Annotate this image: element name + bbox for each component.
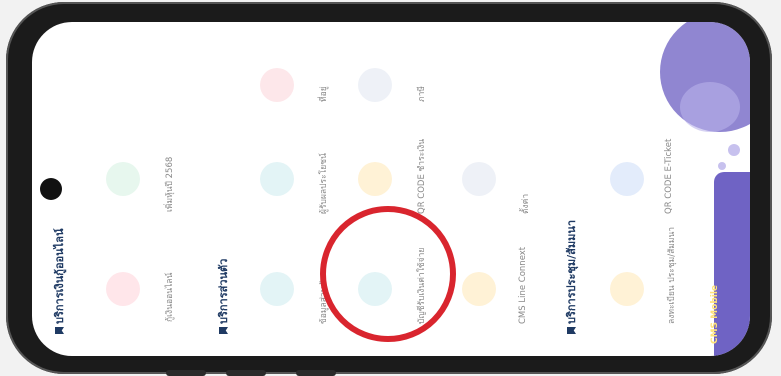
decor-dot [728,144,740,156]
bookmark-icon [219,327,228,334]
person-icon[interactable] [260,272,294,306]
front-camera [40,178,62,200]
footer-label: CMS Mobile [710,284,720,344]
document-icon[interactable] [260,162,294,196]
section-title-meeting: บริการประชุม/สัมมนา [562,220,580,334]
footer-panel: CMS Mobile [710,172,750,356]
menu-item-online-loan[interactable]: กู้เงินออนไลน์ [162,273,176,322]
location-pin-icon[interactable] [260,68,294,102]
settings-icon[interactable] [462,162,496,196]
menu-item-tax[interactable]: ภาษี [414,86,428,102]
menu-item-add-shares[interactable]: เพิ่มหุ้นปี 2568 [162,157,176,212]
menu-item-eticket[interactable]: QR CODE E-Ticket [664,139,674,214]
menu-item-address[interactable]: ที่อยู่ [316,86,330,102]
menu-item-meeting-register[interactable]: ลงทะเบียน ประชุม/สัมมนา [664,227,678,324]
volume-button [166,370,206,376]
volume-button [226,370,266,376]
power-button [296,370,336,376]
money-bag-icon[interactable] [106,162,140,196]
bookmark-icon [55,327,64,334]
section-title-online-loan: บริการเงินกู้ออนไลน์ [50,229,68,334]
eticket-icon[interactable] [610,162,644,196]
highlight-circle [320,206,456,342]
section-title-personal: บริการส่วนตัว [214,259,232,334]
meeting-icon[interactable] [610,272,644,306]
menu-item-qr-payment[interactable]: QR CODE ชำระเงิน [414,139,428,214]
map-icon[interactable] [358,68,392,102]
bookmark-icon [567,327,576,334]
menu-item-beneficiary[interactable]: ผู้รับผลประโยชน์ [316,153,330,214]
header-decoration [680,82,740,132]
line-chat-icon[interactable] [462,272,496,306]
decor-dot [718,162,726,170]
hand-coin-icon[interactable] [106,272,140,306]
qr-icon[interactable] [358,162,392,196]
menu-item-settings[interactable]: ตั้งค่า [518,194,532,214]
menu-item-line-connext[interactable]: CMS Line Connext [518,247,528,324]
